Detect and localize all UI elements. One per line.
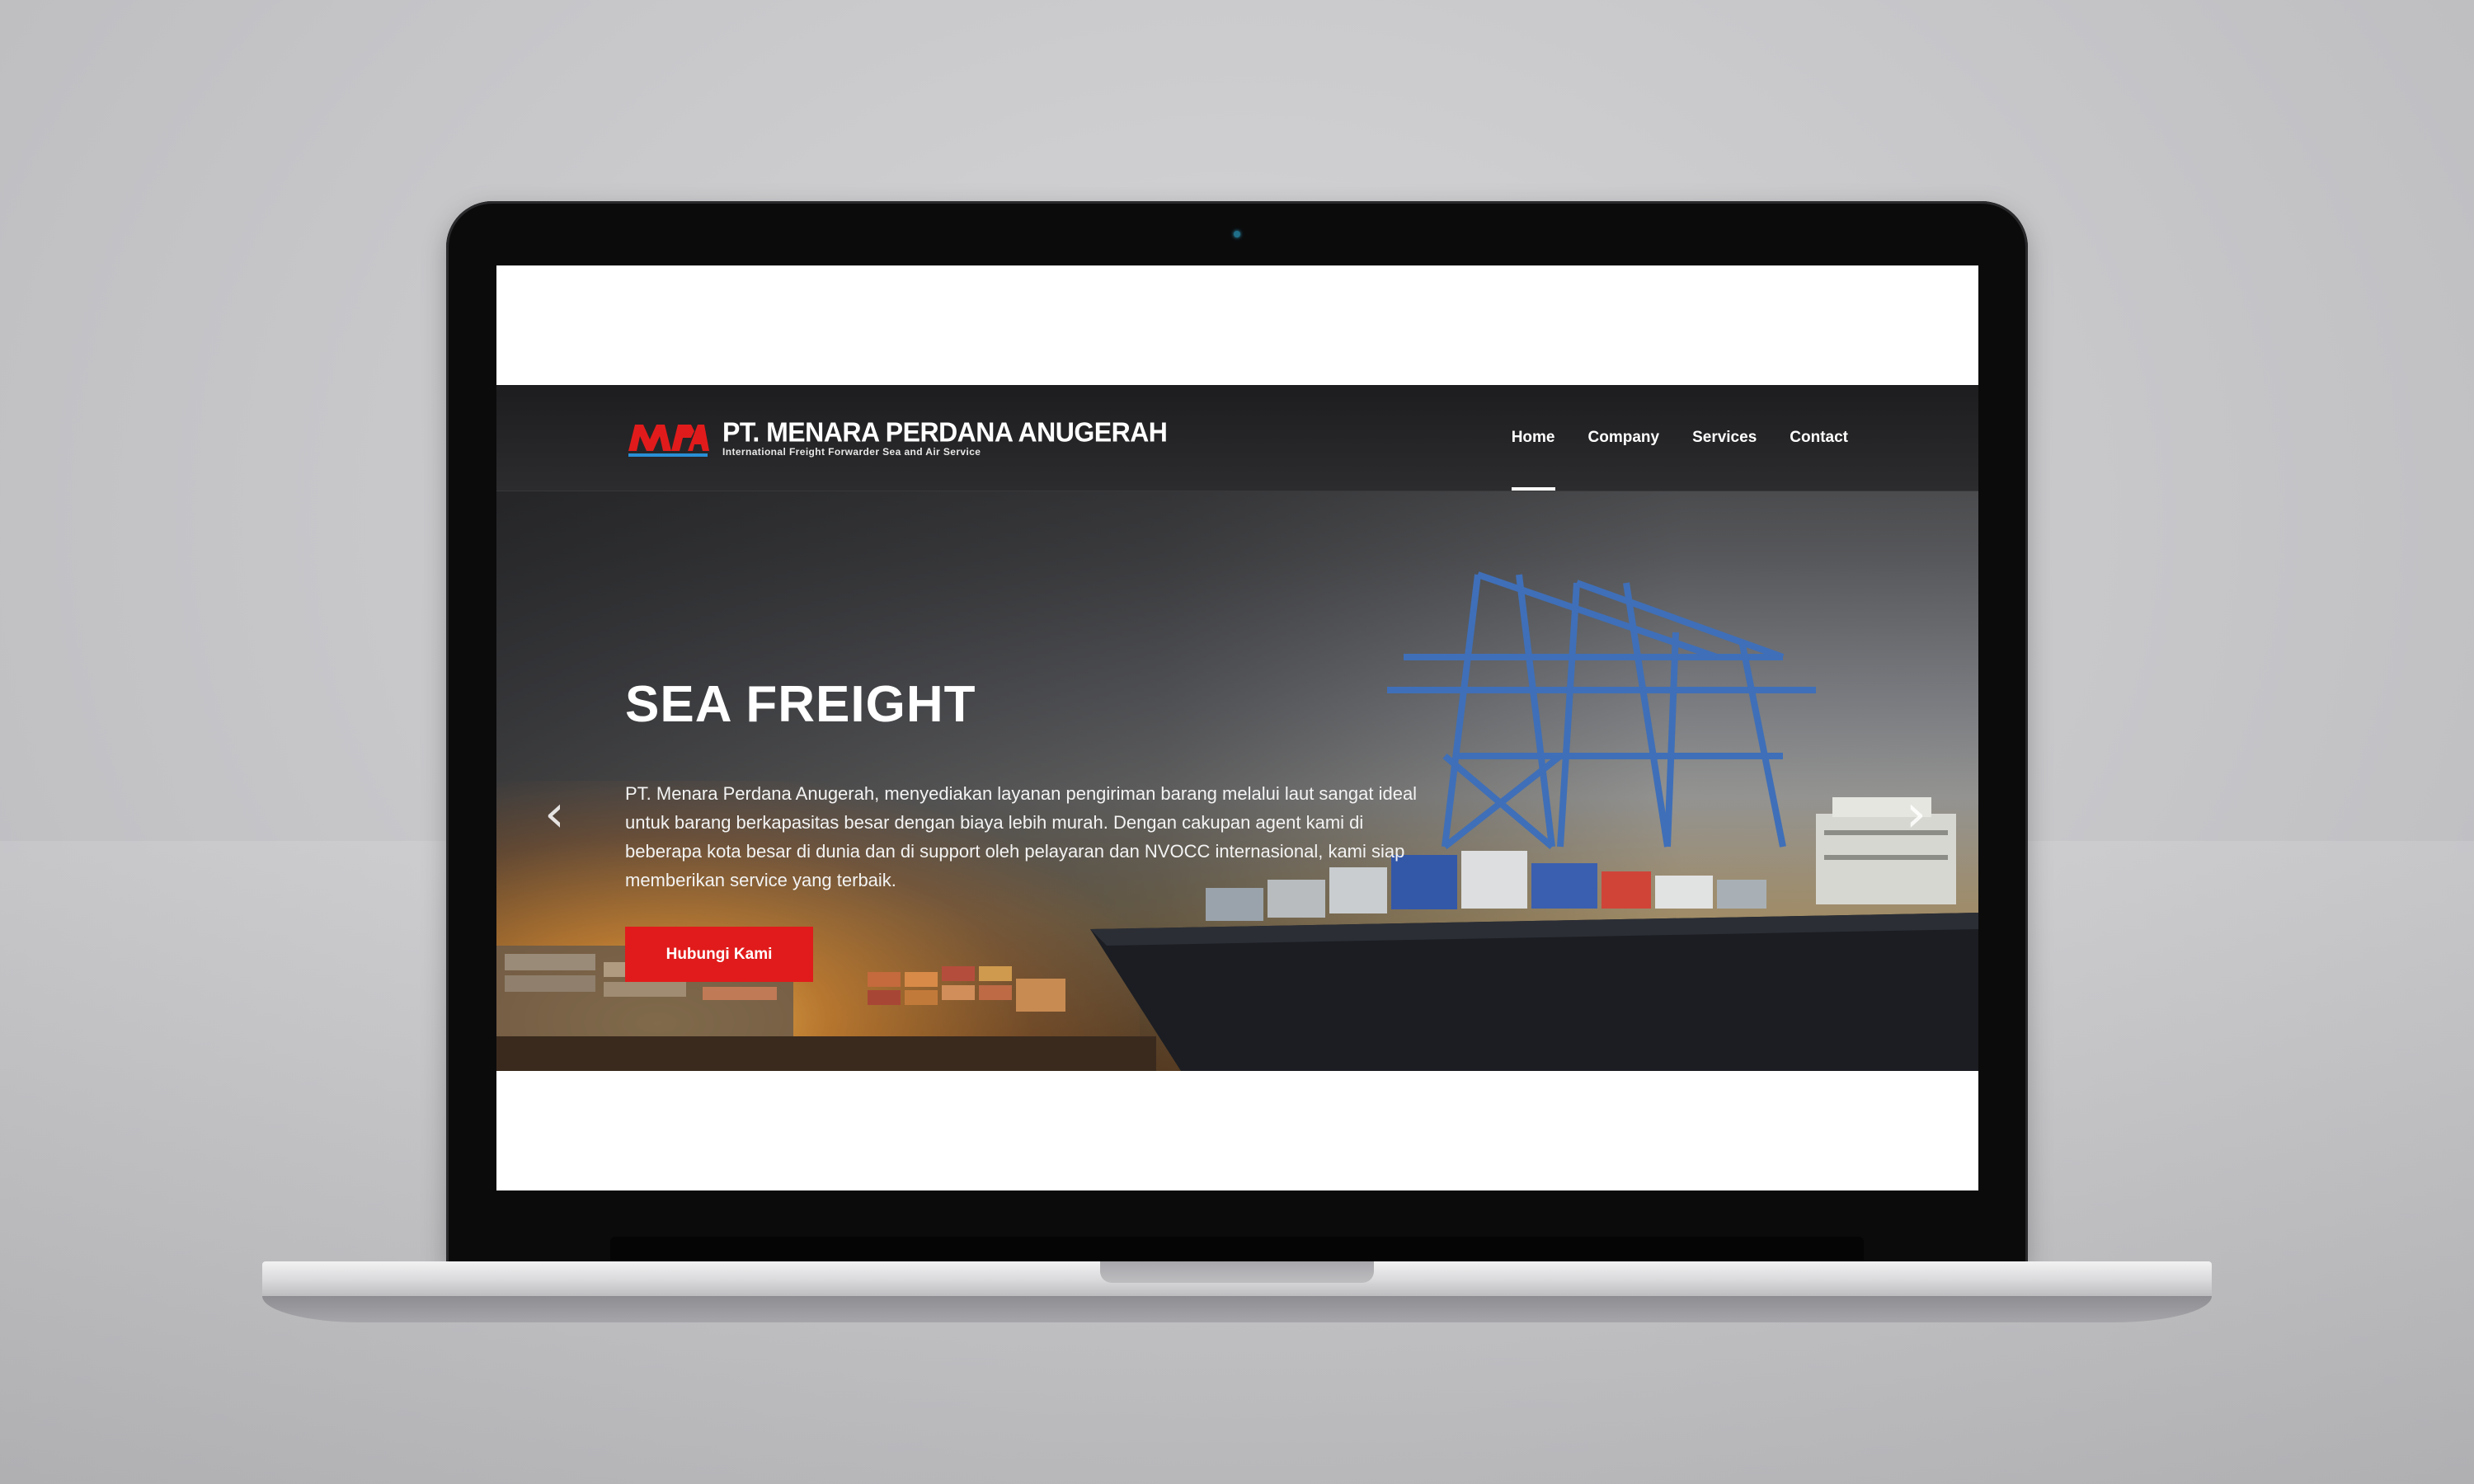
mpa-logo-icon: [628, 425, 709, 457]
nav-services[interactable]: Services: [1692, 385, 1757, 491]
camera-icon: [1234, 231, 1240, 237]
brand-logo[interactable]: PT. MENARA PERDANA ANUGERAH Internationa…: [625, 416, 1168, 459]
chevron-left-icon[interactable]: ‹: [544, 788, 569, 839]
container-stacks-left: [496, 946, 1156, 1071]
port-cranes: [1387, 571, 1816, 850]
brand-tagline: International Freight Forwarder Sea and …: [722, 446, 981, 458]
brand-name: PT. MENARA PERDANA ANUGERAH: [722, 416, 1168, 448]
laptop-screen: PT. MENARA PERDANA ANUGERAH Internationa…: [496, 265, 1978, 1190]
ship-bridge: [1816, 797, 1956, 904]
laptop-hinge: [610, 1237, 1864, 1261]
main-nav: Home Company Services Contact: [1511, 385, 1848, 491]
hero-title: SEA FREIGHT: [625, 676, 976, 733]
laptop-base-bottom: [262, 1296, 2212, 1322]
contact-us-button[interactable]: Hubungi Kami: [625, 927, 813, 982]
nav-contact[interactable]: Contact: [1790, 385, 1848, 491]
website: PT. MENARA PERDANA ANUGERAH Internationa…: [496, 385, 1978, 1071]
site-header: PT. MENARA PERDANA ANUGERAH Internationa…: [496, 385, 1978, 491]
chevron-right-icon[interactable]: ›: [1906, 788, 1931, 839]
laptop-opening-notch: [1100, 1261, 1374, 1283]
hero-description: PT. Menara Perdana Anugerah, menyediakan…: [625, 783, 1418, 890]
nav-home[interactable]: Home: [1511, 385, 1555, 491]
nav-company[interactable]: Company: [1588, 385, 1660, 491]
